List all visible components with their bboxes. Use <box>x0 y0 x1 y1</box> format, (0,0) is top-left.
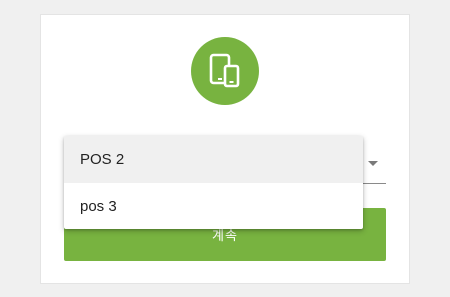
dropdown-option-pos-2[interactable]: POS 2 <box>64 136 363 183</box>
dropdown-option-label: POS 2 <box>80 151 125 168</box>
device-badge <box>191 37 259 105</box>
tablet-phone-devices-icon <box>209 53 240 88</box>
pos-dropdown-menu: POS 2 pos 3 <box>64 136 363 229</box>
dropdown-option-label: pos 3 <box>80 197 117 215</box>
dropdown-option-pos-3[interactable]: pos 3 <box>64 183 363 229</box>
screen: 계속 POS 2 pos 3 <box>0 0 450 297</box>
dropdown-arrow-icon[interactable] <box>368 161 378 166</box>
